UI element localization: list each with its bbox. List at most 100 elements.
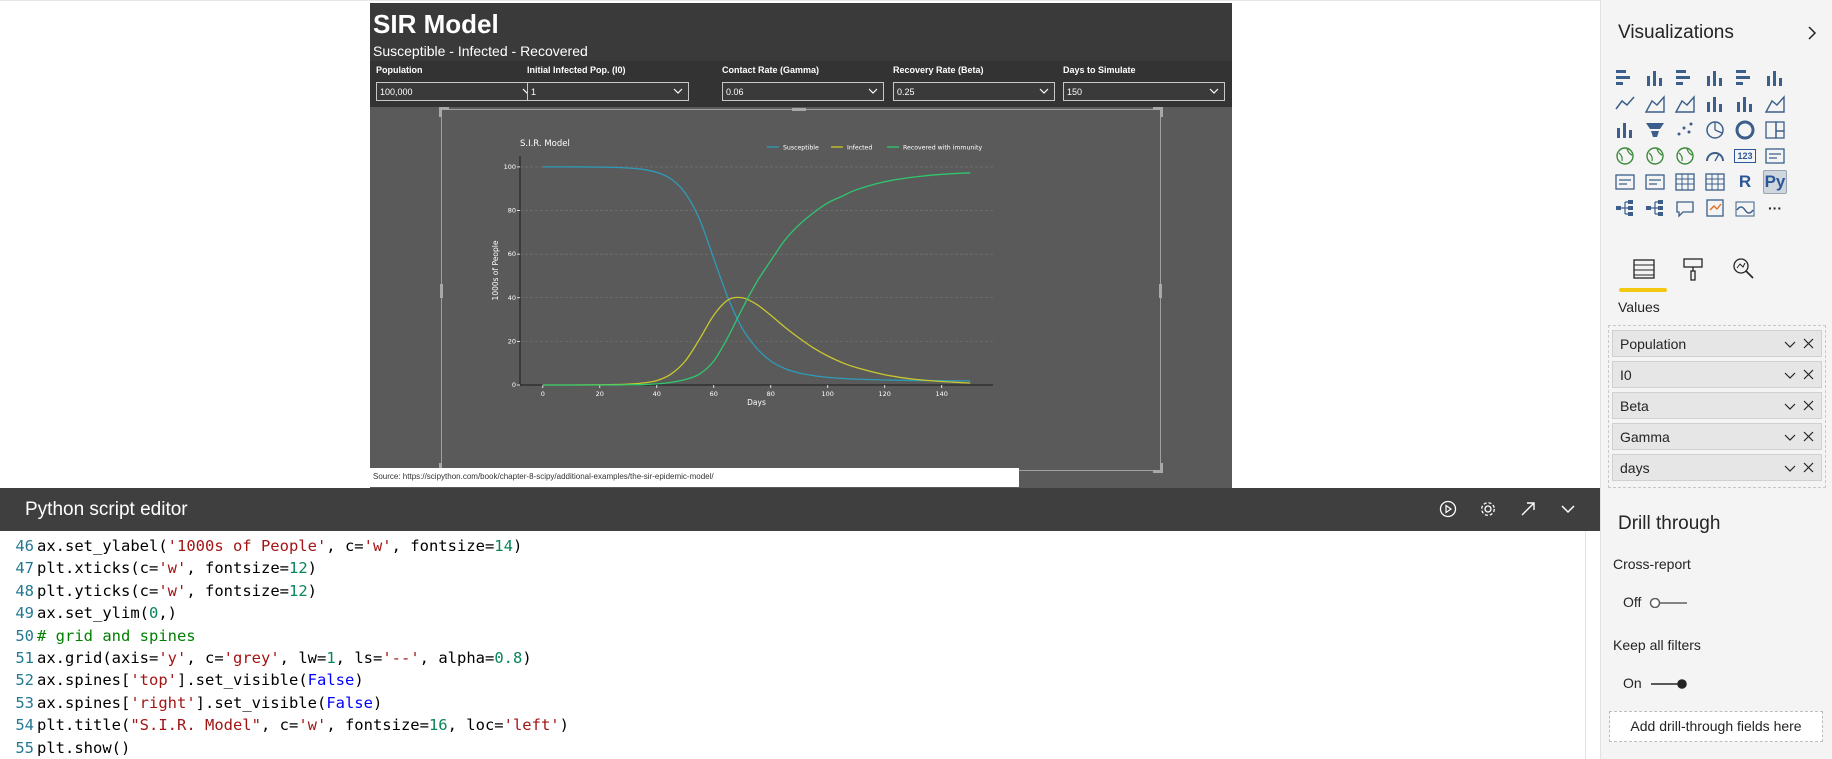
close-icon[interactable]: [1802, 430, 1815, 443]
code-line[interactable]: 47 plt.xticks(c='w', fontsize=12): [0, 557, 317, 579]
clustered-bar-icon[interactable]: [1673, 66, 1697, 90]
line-stacked-column-icon[interactable]: [1733, 92, 1757, 116]
ribbon-chart-icon[interactable]: [1763, 92, 1787, 116]
100-stacked-bar-icon[interactable]: [1733, 66, 1757, 90]
slicer-dropdown-gamma[interactable]: 0.06: [722, 82, 884, 101]
treemap-icon[interactable]: [1763, 118, 1787, 142]
stacked-bar-icon[interactable]: [1613, 66, 1637, 90]
y-tick-label: 80: [508, 207, 516, 215]
chevron-down-icon[interactable]: [1783, 399, 1797, 413]
map-icon[interactable]: [1613, 144, 1637, 168]
code-line[interactable]: 49 ax.set_ylim(0,): [0, 602, 177, 624]
values-field-well[interactable]: Population I0 Beta Gamma days: [1608, 325, 1826, 488]
stacked-column-icon[interactable]: [1643, 66, 1667, 90]
kpi-icon[interactable]: [1613, 170, 1637, 194]
shape-map-icon[interactable]: [1673, 144, 1697, 168]
slicer-initial-infected: Initial Infected Pop. (I0) 1: [527, 65, 689, 101]
key-influencers-icon[interactable]: [1613, 196, 1637, 220]
field-pill-population[interactable]: Population: [1612, 330, 1822, 357]
chevron-down-icon[interactable]: [1783, 461, 1797, 475]
slicer-bar: Population 100,000 Initial Infected Pop.…: [370, 61, 1232, 107]
matrix-icon[interactable]: [1703, 170, 1727, 194]
line-chart-icon[interactable]: [1613, 92, 1637, 116]
close-icon[interactable]: [1802, 399, 1815, 412]
slicer-value: 0.25: [897, 87, 915, 97]
field-pill-days[interactable]: days: [1612, 454, 1822, 481]
pie-chart-icon[interactable]: [1703, 118, 1727, 142]
slicer-recovery-rate: Recovery Rate (Beta) 0.25: [893, 65, 1055, 101]
scatter-icon[interactable]: [1673, 118, 1697, 142]
active-tab-indicator: [1619, 288, 1667, 292]
code-line[interactable]: 53 ax.spines['right'].set_visible(False): [0, 692, 382, 714]
python-visual-icon[interactable]: Py: [1763, 170, 1787, 194]
line-clustered-column-icon[interactable]: [1703, 92, 1727, 116]
cross-report-toggle[interactable]: Off: [1623, 592, 1703, 612]
expand-icon[interactable]: [1518, 499, 1538, 519]
settings-icon[interactable]: [1478, 499, 1498, 519]
code-token: ax.spines[: [37, 671, 131, 690]
filled-map-icon[interactable]: [1643, 144, 1667, 168]
field-pill-i0[interactable]: I0: [1612, 361, 1822, 388]
chevron-down-icon[interactable]: [1783, 337, 1797, 351]
code-line[interactable]: 51 ax.grid(axis='y', c='grey', lw=1, ls='…: [0, 647, 531, 669]
code-token: ,): [158, 604, 177, 623]
code-line[interactable]: 52 ax.spines['top'].set_visible(False): [0, 669, 364, 691]
collapse-editor-icon[interactable]: [1558, 499, 1578, 519]
x-axis-label: Days: [747, 398, 766, 407]
smart-narrative-icon[interactable]: [1703, 196, 1727, 220]
toggle-off-icon[interactable]: [1649, 598, 1689, 608]
code-token: ): [354, 671, 364, 690]
code-token-str: '--': [382, 649, 420, 667]
code-line[interactable]: 55 plt.show(): [0, 737, 130, 759]
fields-tab-icon[interactable]: [1629, 254, 1659, 284]
editor-scrollbar[interactable]: [1585, 531, 1600, 759]
paginated-report-icon[interactable]: [1733, 196, 1757, 220]
multi-row-card-icon[interactable]: [1763, 144, 1787, 168]
gauge-icon[interactable]: [1703, 144, 1727, 168]
chevron-right-icon[interactable]: [1804, 24, 1820, 42]
code-line[interactable]: 50 # grid and spines: [0, 625, 195, 647]
slicer-dropdown-population[interactable]: 100,000: [376, 82, 538, 101]
analytics-magnifier-icon[interactable]: [1728, 254, 1758, 284]
code-line[interactable]: 54 plt.title("S.I.R. Model", c='w', fonts…: [0, 714, 569, 736]
area-chart-icon[interactable]: [1643, 92, 1667, 116]
format-paint-icon[interactable]: [1678, 254, 1708, 284]
code-token-num: 12: [288, 559, 308, 578]
qa-icon[interactable]: [1673, 196, 1697, 220]
code-token: , loc=: [447, 716, 504, 735]
funnel-icon[interactable]: [1643, 118, 1667, 142]
code-line[interactable]: 46 ax.set_ylabel('1000s of People', c='w'…: [0, 535, 522, 557]
legend-label: Susceptible: [783, 145, 819, 152]
run-icon[interactable]: [1438, 499, 1458, 519]
python-visual[interactable]: 0 20 40 60 80 100 120 140 0 20 40 60 80 100 S.I.R. Mod…: [439, 107, 1163, 473]
card-icon[interactable]: 123: [1733, 144, 1757, 168]
chevron-down-icon[interactable]: [1783, 430, 1797, 444]
table-icon[interactable]: [1673, 170, 1697, 194]
y-tick-label: 60: [508, 250, 516, 258]
r-visual-icon[interactable]: R: [1733, 170, 1757, 194]
100-stacked-column-icon[interactable]: [1763, 66, 1787, 90]
field-pill-gamma[interactable]: Gamma: [1612, 423, 1822, 450]
keep-all-filters-toggle[interactable]: On: [1623, 673, 1703, 693]
chevron-down-icon[interactable]: [1783, 368, 1797, 382]
slicer-dropdown-beta[interactable]: 0.25: [893, 82, 1055, 101]
field-name: I0: [1620, 367, 1632, 383]
code-area[interactable]: 46 ax.set_ylabel('1000s of People', c='w'…: [0, 531, 1585, 759]
more-visuals-icon[interactable]: ···: [1763, 196, 1787, 220]
waterfall-icon[interactable]: [1613, 118, 1637, 142]
field-pill-beta[interactable]: Beta: [1612, 392, 1822, 419]
slicer-dropdown-i0[interactable]: 1: [527, 82, 689, 101]
stacked-area-icon[interactable]: [1673, 92, 1697, 116]
slicer-dropdown-days[interactable]: 150: [1063, 82, 1225, 101]
add-drill-through-fields-dropzone[interactable]: Add drill-through fields here: [1609, 711, 1823, 742]
code-line[interactable]: 48 plt.yticks(c='w', fontsize=12): [0, 580, 317, 602]
donut-chart-icon[interactable]: [1733, 118, 1757, 142]
close-icon[interactable]: [1802, 368, 1815, 381]
close-icon[interactable]: [1802, 461, 1815, 474]
slicer-icon[interactable]: [1643, 170, 1667, 194]
toggle-on-icon[interactable]: [1649, 679, 1689, 689]
close-icon[interactable]: [1802, 337, 1815, 350]
drill-through-title: Drill through: [1618, 513, 1721, 534]
decomposition-tree-icon[interactable]: [1643, 196, 1667, 220]
clustered-column-icon[interactable]: [1703, 66, 1727, 90]
